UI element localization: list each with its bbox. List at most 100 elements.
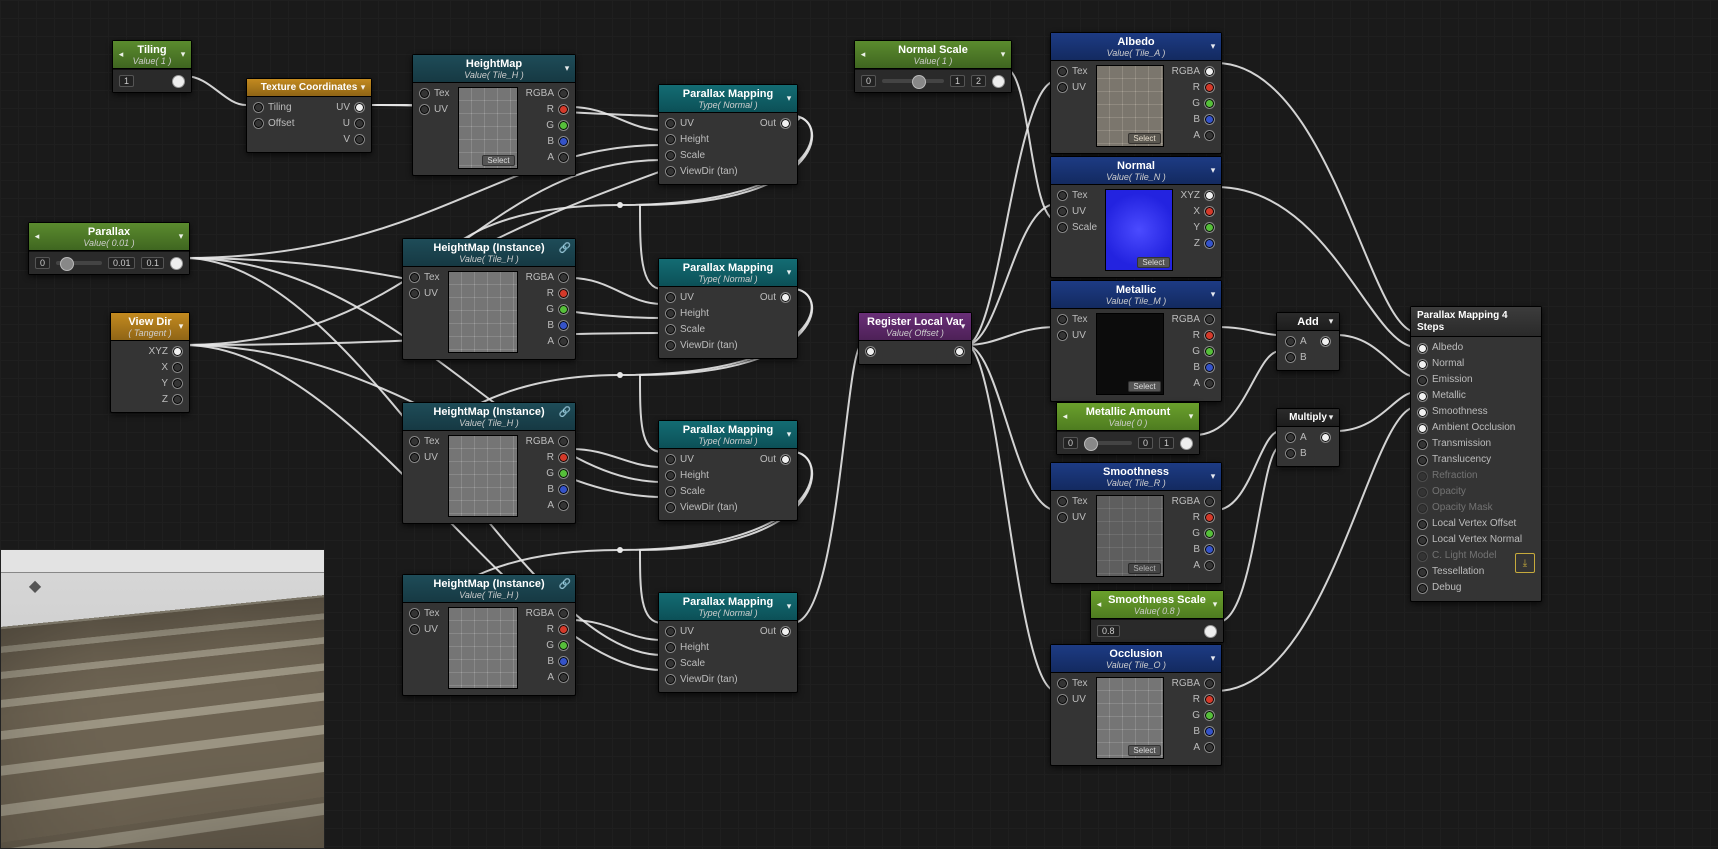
- output-port-r[interactable]: [558, 104, 569, 115]
- slider[interactable]: [56, 261, 102, 265]
- input-port[interactable]: [665, 626, 676, 637]
- input-port[interactable]: [1417, 471, 1428, 482]
- node-parallax[interactable]: ◂ Parallax Value( 0.01 ) ▾ 0 0.01 0.1: [28, 222, 190, 275]
- master-pin[interactable]: Normal: [1417, 357, 1535, 371]
- input-port[interactable]: [1417, 343, 1428, 354]
- input-port[interactable]: [1417, 407, 1428, 418]
- output-port-g[interactable]: [1204, 222, 1215, 233]
- output-port-r[interactable]: [558, 452, 569, 463]
- output-port[interactable]: [780, 118, 791, 129]
- input-port[interactable]: [1417, 503, 1428, 514]
- input-port[interactable]: [665, 308, 676, 319]
- input-port[interactable]: [1057, 694, 1068, 705]
- input-port[interactable]: [665, 134, 676, 145]
- input-port[interactable]: [1417, 583, 1428, 594]
- input-port[interactable]: [409, 288, 420, 299]
- input-port[interactable]: [1285, 432, 1296, 443]
- output-port[interactable]: [954, 346, 965, 357]
- node-smoothness-scale[interactable]: ◂ Smoothness Scale Value( 0.8 ) ▾ 0.8: [1090, 590, 1224, 643]
- master-pin[interactable]: Opacity Mask: [1417, 501, 1535, 515]
- node-normal-scale[interactable]: ◂ Normal Scale Value( 1 ) ▾ 0 1 2: [854, 40, 1012, 93]
- chevron-down-icon[interactable]: ▾: [784, 428, 794, 442]
- chevron-down-icon[interactable]: ▾: [1326, 411, 1336, 425]
- output-port-a[interactable]: [558, 336, 569, 347]
- output-port-a[interactable]: [1204, 130, 1215, 141]
- input-port[interactable]: [419, 104, 430, 115]
- chevron-down-icon[interactable]: ▾: [1208, 470, 1218, 484]
- texture-preview[interactable]: Select: [458, 87, 518, 169]
- node-parallax-mapping[interactable]: Parallax Mapping Type( Normal ) ▾ UV Hei…: [658, 420, 798, 521]
- master-pin[interactable]: Emission: [1417, 373, 1535, 387]
- chevron-down-icon[interactable]: ▾: [1326, 315, 1336, 329]
- min-value[interactable]: 0: [35, 257, 50, 269]
- output-port[interactable]: [1320, 336, 1331, 347]
- output-port[interactable]: [1180, 437, 1193, 450]
- node-smoothness[interactable]: Smoothness Value( Tile_R ) ▾ Tex UV Sele…: [1050, 462, 1222, 584]
- chevron-down-icon[interactable]: ▾: [1208, 164, 1218, 178]
- input-port[interactable]: [1057, 206, 1068, 217]
- output-port-r[interactable]: [1204, 82, 1215, 93]
- select-button[interactable]: Select: [1128, 381, 1160, 392]
- value-readout[interactable]: 0.01: [108, 257, 136, 269]
- output-port[interactable]: [1204, 625, 1217, 638]
- output-port[interactable]: [354, 102, 365, 113]
- node-parallax-mapping[interactable]: Parallax Mapping Type( Normal ) ▾ UV Hei…: [658, 592, 798, 693]
- output-port[interactable]: [992, 75, 1005, 88]
- input-port[interactable]: [1417, 535, 1428, 546]
- output-port[interactable]: [1204, 314, 1215, 325]
- master-pin[interactable]: Translucency: [1417, 453, 1535, 467]
- chevron-down-icon[interactable]: ▾: [1208, 652, 1218, 666]
- input-port[interactable]: [409, 452, 420, 463]
- preview-3d[interactable]: ◆: [0, 549, 325, 849]
- input-port[interactable]: [665, 502, 676, 513]
- output-port-a[interactable]: [1204, 742, 1215, 753]
- select-button[interactable]: Select: [1128, 745, 1160, 756]
- input-port[interactable]: [409, 272, 420, 283]
- input-port[interactable]: [1417, 423, 1428, 434]
- output-port[interactable]: [172, 75, 185, 88]
- master-pin[interactable]: Debug: [1417, 581, 1535, 595]
- max-value[interactable]: 1: [1159, 437, 1174, 449]
- input-port[interactable]: [1417, 439, 1428, 450]
- output-port[interactable]: [558, 272, 569, 283]
- output-port-b[interactable]: [1204, 544, 1215, 555]
- output-port-g[interactable]: [1204, 528, 1215, 539]
- output-port[interactable]: [1204, 66, 1215, 77]
- output-port-a[interactable]: [558, 672, 569, 683]
- input-port[interactable]: [665, 674, 676, 685]
- select-button[interactable]: Select: [482, 155, 514, 166]
- output-port[interactable]: [1204, 496, 1215, 507]
- value-readout[interactable]: 1: [950, 75, 965, 87]
- input-port[interactable]: [1057, 678, 1068, 689]
- texture-preview[interactable]: [448, 435, 518, 517]
- texture-preview[interactable]: [448, 607, 518, 689]
- texture-preview[interactable]: Select: [1096, 677, 1164, 759]
- texture-preview[interactable]: [448, 271, 518, 353]
- chevron-down-icon[interactable]: ▾: [1208, 40, 1218, 54]
- output-port-b[interactable]: [558, 484, 569, 495]
- chevron-left-icon[interactable]: ◂: [32, 230, 42, 244]
- output-port-b[interactable]: [558, 320, 569, 331]
- input-port[interactable]: [253, 102, 264, 113]
- node-heightmap[interactable]: HeightMap Value( Tile_H ) ▾ Tex UV Selec…: [412, 54, 576, 176]
- slider[interactable]: [1084, 441, 1132, 445]
- output-port-b[interactable]: [1204, 726, 1215, 737]
- output-port-g[interactable]: [558, 468, 569, 479]
- output-port-g[interactable]: [1204, 346, 1215, 357]
- chevron-down-icon[interactable]: ▾: [784, 266, 794, 280]
- output-port-g[interactable]: [558, 640, 569, 651]
- output-port[interactable]: [558, 608, 569, 619]
- input-port[interactable]: [409, 436, 420, 447]
- chevron-left-icon[interactable]: ◂: [1060, 410, 1070, 424]
- input-port[interactable]: [253, 118, 264, 129]
- output-port-r[interactable]: [1204, 512, 1215, 523]
- output-port-b[interactable]: [1204, 238, 1215, 249]
- input-port[interactable]: [665, 642, 676, 653]
- input-port[interactable]: [409, 608, 420, 619]
- chevron-left-icon[interactable]: ◂: [1094, 598, 1104, 612]
- chevron-left-icon[interactable]: ◂: [116, 48, 126, 62]
- master-pin[interactable]: Metallic: [1417, 389, 1535, 403]
- input-port[interactable]: [1417, 391, 1428, 402]
- output-port[interactable]: [780, 454, 791, 465]
- input-port[interactable]: [1057, 66, 1068, 77]
